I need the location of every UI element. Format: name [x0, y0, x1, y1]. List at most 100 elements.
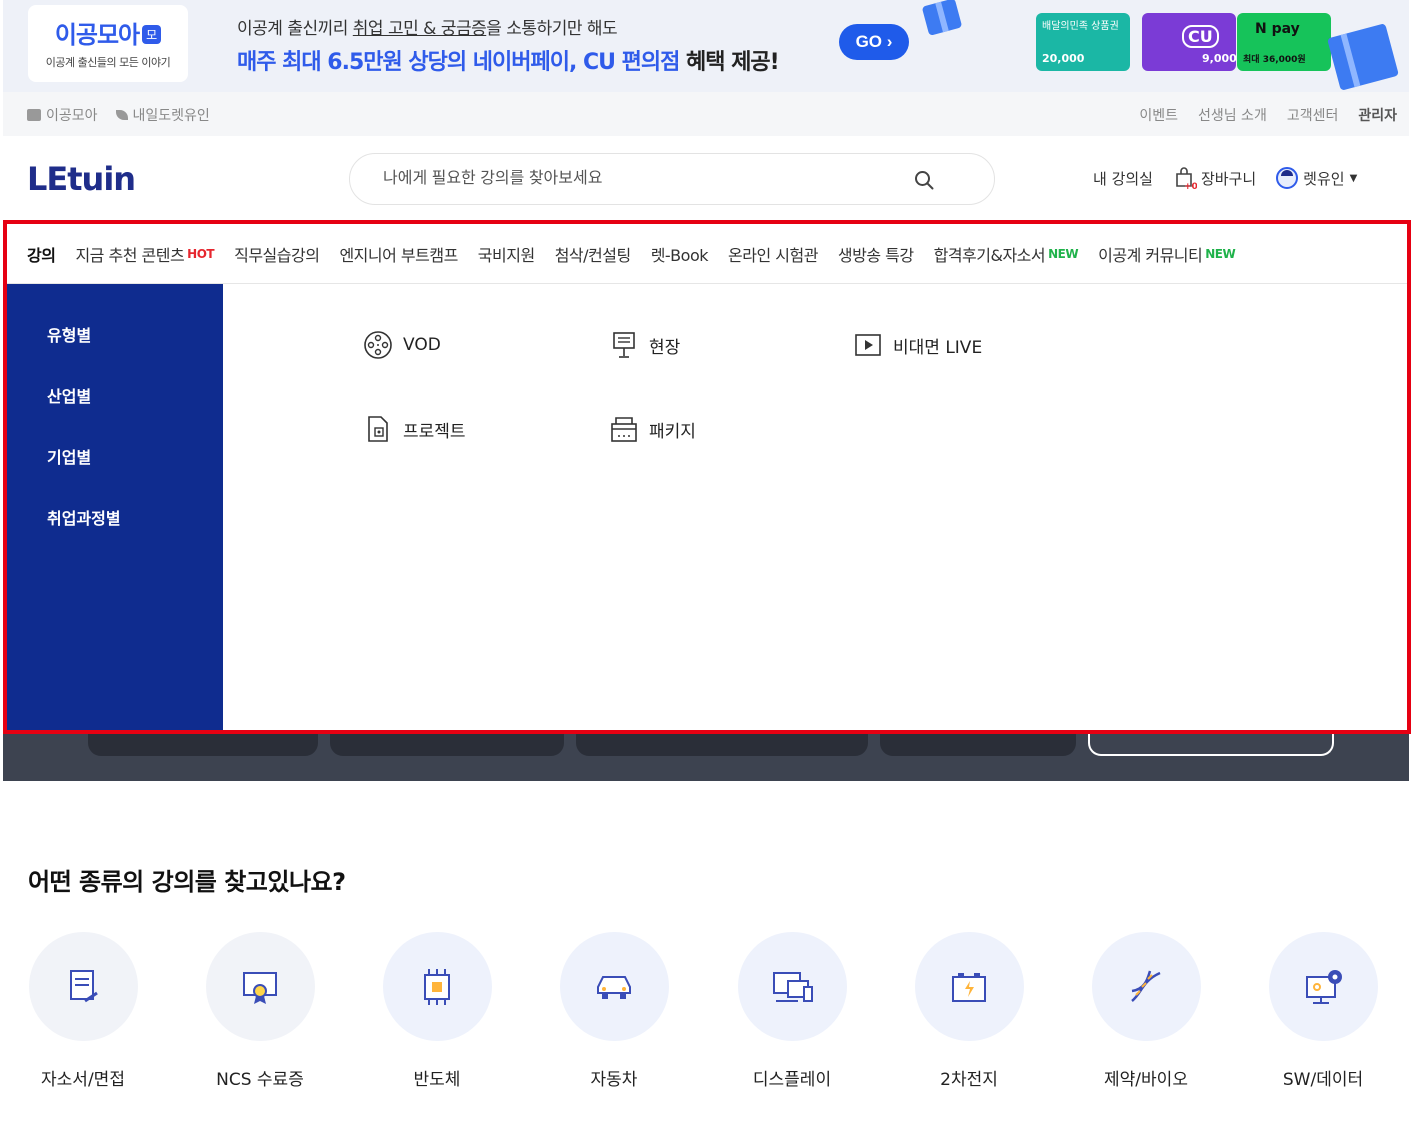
nav-item-recommended[interactable]: 지금 추천 콘텐츠 HOT — [75, 242, 214, 266]
cart-link[interactable]: +0 장바구니 — [1173, 166, 1256, 190]
play-icon — [855, 334, 881, 356]
nav-item-live-lecture[interactable]: 생방송 특강 — [838, 242, 914, 266]
search-icon[interactable] — [914, 170, 934, 190]
nav-item-consulting[interactable]: 첨삭/컨설팅 — [555, 242, 632, 266]
nav-item-courses[interactable]: 강의 — [27, 242, 56, 266]
utility-bar: 이공모아 내일도렛유인 이벤트 선생님 소개 고객센터 관리자 — [3, 92, 1409, 136]
nav-item-reviews[interactable]: 합격후기&자소서 NEW — [934, 242, 1079, 266]
category-label: 2차전지 — [940, 1070, 998, 1090]
user-menu[interactable]: 렛유인 ▼ — [1276, 167, 1357, 189]
my-classroom-link[interactable]: 내 강의실 — [1093, 168, 1153, 189]
category-label: 디스플레이 — [752, 1070, 832, 1090]
category-automotive[interactable]: 자동차 — [559, 932, 669, 1090]
submenu-project[interactable]: 프로젝트 — [363, 414, 466, 444]
sidebar-item-by-industry[interactable]: 산업별 — [7, 385, 223, 446]
main-nav: 강의 지금 추천 콘텐츠 HOT 직무실습강의 엔지니어 부트캠프 국비지원 첨삭… — [7, 224, 1407, 284]
submenu-vod[interactable]: VOD — [363, 330, 441, 360]
nav-item-label: 지금 추천 콘텐츠 — [75, 245, 185, 265]
banner-logo-title: 이공모아 — [54, 21, 140, 49]
submenu-label: VOD — [403, 335, 441, 355]
banner-line1-pre: 이공계 출신끼리 — [237, 19, 353, 39]
cart-icon: +0 — [1176, 167, 1197, 190]
card-c-amount: 최대 36,000원 — [1243, 55, 1306, 65]
category-semiconductor[interactable]: 반도체 — [382, 932, 492, 1090]
sidebar-item-by-company[interactable]: 기업별 — [7, 446, 223, 507]
category-label: 자소서/면접 — [41, 1070, 125, 1090]
chat-icon — [27, 109, 41, 121]
util-left-label-1: 내일도렛유인 — [132, 108, 210, 124]
category-ncs[interactable]: NCS 수료증 — [205, 932, 315, 1090]
banner-line2-blue: 매주 최대 6.5만원 상당의 네이버페이, CU 편의점 — [237, 50, 680, 75]
gift-box-icon — [921, 0, 963, 36]
submenu-live[interactable]: 비대면 LIVE — [853, 330, 982, 360]
top-banner[interactable]: 이공모아 모 이공계 출신들의 모든 이야기 이공계 출신끼리 취업 고민 & 궁… — [3, 0, 1409, 92]
monitor-gear-icon — [1306, 969, 1342, 1004]
submenu-onsite[interactable]: 현장 — [609, 330, 680, 360]
card-a-text: 배달의민족 상품권 — [1042, 21, 1119, 32]
card-b-text: CU — [1182, 25, 1219, 48]
category-label: 제약/바이오 — [1104, 1070, 1188, 1090]
banner-line2-dark: 혜택 제공! — [679, 50, 780, 75]
caret-down-icon: ▼ — [1349, 172, 1358, 184]
battery-icon — [952, 972, 986, 1002]
nav-item-government[interactable]: 국비지원 — [478, 242, 535, 266]
sidebar-item-by-course[interactable]: 취업과정별 — [7, 507, 223, 568]
cu-voucher-card: CU 9,000 — [1142, 13, 1236, 71]
submenu-package[interactable]: 패키지 — [609, 414, 696, 444]
document-pen-icon — [70, 969, 98, 1002]
banner-logo-subtitle: 이공계 출신들의 모든 이야기 — [45, 56, 171, 69]
page: 이공모아 모 이공계 출신들의 모든 이야기 이공계 출신끼리 취업 고민 & 궁… — [0, 0, 1412, 1125]
util-link-admin[interactable]: 관리자 — [1358, 105, 1397, 125]
category-display[interactable]: 디스플레이 — [737, 932, 847, 1090]
util-link-event[interactable]: 이벤트 — [1139, 105, 1178, 125]
car-icon — [597, 975, 631, 999]
submenu-label: 비대면 LIVE — [893, 337, 983, 358]
section-title: 어떤 종류의 강의를 찾고있나요? — [28, 868, 346, 896]
banner-go-button[interactable]: GO › — [839, 24, 909, 60]
nav-item-job-practice[interactable]: 직무실습강의 — [234, 242, 320, 266]
category-sw-data[interactable]: SW/데이터 — [1268, 932, 1378, 1090]
sidebar-item-by-type[interactable]: 유형별 — [7, 324, 223, 385]
util-link-teachers[interactable]: 선생님 소개 — [1198, 105, 1267, 125]
letuin-logo[interactable]: LEtuin — [27, 160, 136, 198]
nav-item-label: 이공계 커뮤니티 — [1098, 245, 1203, 265]
mega-sidebar: 유형별 산업별 기업별 취업과정별 — [7, 284, 223, 730]
card-b-amount: 9,000 — [1202, 52, 1236, 65]
leaf-icon — [115, 110, 128, 120]
cart-label: 장바구니 — [1200, 169, 1257, 188]
category-label: SW/데이터 — [1282, 1070, 1364, 1090]
chip-document-icon — [368, 416, 388, 442]
baemin-voucher-card: 배달의민족 상품권 20,000 — [1036, 13, 1130, 71]
submenu-label: 프로젝트 — [403, 421, 466, 442]
nav-item-label: 합격후기&자소서 — [933, 245, 1046, 265]
nav-item-online-exam[interactable]: 온라인 시험관 — [728, 242, 818, 266]
course-mega-menu: 강의 지금 추천 콘텐츠 HOT 직무실습강의 엔지니어 부트캠프 국비지원 첨삭… — [3, 220, 1411, 734]
nav-item-community[interactable]: 이공계 커뮤니티 NEW — [1098, 242, 1236, 266]
search-input[interactable] — [383, 154, 923, 204]
category-label: 자동차 — [590, 1070, 638, 1090]
util-link-support[interactable]: 고객센터 — [1287, 105, 1339, 125]
category-label: 반도체 — [413, 1070, 461, 1090]
nav-item-letbook[interactable]: 렛-Book — [651, 242, 709, 266]
util-left-label-0: 이공모아 — [46, 108, 98, 124]
site-header: LEtuin 내 강의실 +0 장바구니 렛유인 ▼ — [0, 136, 1412, 220]
chip-icon — [424, 968, 450, 1005]
certificate-icon — [243, 971, 277, 1004]
util-link-igongmoa[interactable]: 이공모아 — [27, 105, 98, 125]
search-box — [349, 153, 995, 205]
lectern-icon — [613, 332, 635, 358]
banner-headline: 이공계 출신끼리 취업 고민 & 궁금증을 소통하기만 해도 — [237, 14, 618, 39]
igongmoa-logo[interactable]: 이공모아 모 이공계 출신들의 모든 이야기 — [28, 5, 188, 82]
banner-logo-badge: 모 — [142, 25, 162, 44]
category-battery[interactable]: 2차전지 — [914, 932, 1024, 1090]
submenu-label: 현장 — [649, 337, 681, 358]
display-devices-icon — [773, 971, 813, 1002]
category-label: NCS 수료증 — [216, 1070, 304, 1090]
film-reel-icon — [364, 331, 392, 359]
new-badge: NEW — [1048, 246, 1079, 261]
category-list: 자소서/면접 NCS 수료증 반도체 자동차 디스플레이 2차전지 제약/바이오 — [28, 932, 1388, 1092]
nav-item-bootcamp[interactable]: 엔지니어 부트캠프 — [339, 242, 458, 266]
category-bio[interactable]: 제약/바이오 — [1091, 932, 1201, 1090]
util-link-naeildo[interactable]: 내일도렛유인 — [115, 105, 210, 125]
category-resume[interactable]: 자소서/면접 — [28, 932, 138, 1090]
